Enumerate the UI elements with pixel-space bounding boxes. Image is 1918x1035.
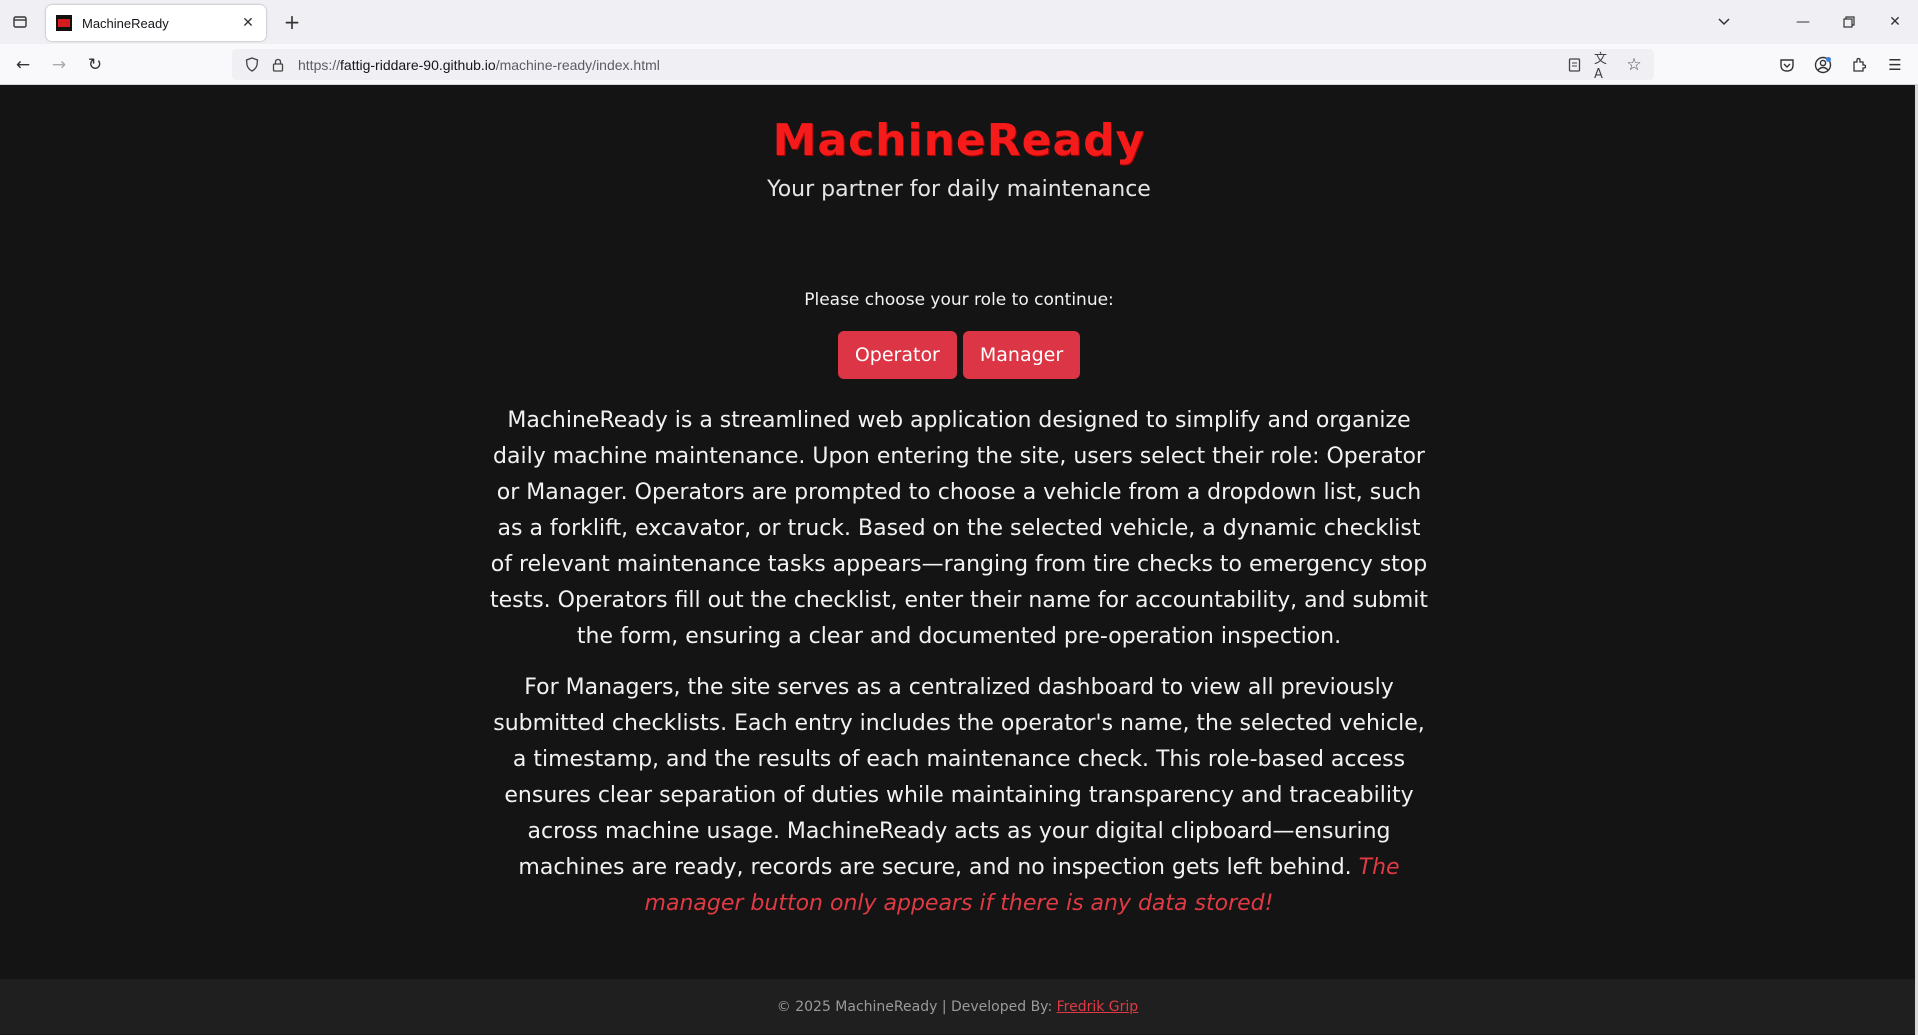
navigation-toolbar: ← → ↻ https://fattig-riddare-90.github.i…: [0, 44, 1918, 85]
browser-tab[interactable]: MachineReady ✕: [46, 5, 266, 41]
close-tab-icon[interactable]: ✕: [240, 15, 256, 31]
new-tab-icon[interactable]: +: [280, 10, 304, 34]
footer-text: © 2025 MachineReady | Developed By:: [776, 999, 1057, 1015]
tab-bar: MachineReady ✕ + — ✕: [0, 0, 1918, 44]
forward-icon[interactable]: →: [46, 52, 72, 78]
address-bar[interactable]: https://fattig-riddare-90.github.io/mach…: [232, 49, 1654, 82]
url-path: /machine-ready/index.html: [495, 56, 660, 73]
menu-icon[interactable]: ☰: [1882, 52, 1908, 78]
tagline: Your partner for daily maintenance: [767, 177, 1151, 202]
description-paragraph-2-text: For Managers, the site serves as a centr…: [493, 675, 1425, 880]
back-icon[interactable]: ←: [10, 52, 36, 78]
brand-title: MachineReady: [772, 115, 1146, 166]
reload-icon[interactable]: ↻: [82, 52, 108, 78]
author-link[interactable]: Fredrik Grip: [1057, 999, 1139, 1015]
restore-icon[interactable]: [1826, 0, 1872, 44]
page-content: MachineReady Your partner for daily main…: [0, 85, 1918, 1035]
tab-title: MachineReady: [82, 15, 169, 31]
manager-button[interactable]: Manager: [962, 331, 1081, 379]
extensions-icon[interactable]: [1846, 52, 1872, 78]
list-all-tabs-icon[interactable]: [1712, 10, 1736, 34]
shield-icon[interactable]: [242, 55, 262, 75]
pocket-icon[interactable]: [1774, 52, 1800, 78]
description-paragraph-1: MachineReady is a streamlined web applic…: [489, 408, 1429, 649]
url-host: fattig-riddare-90.github.io: [340, 56, 496, 73]
footer: © 2025 MachineReady | Developed By: Fred…: [0, 979, 1915, 1034]
site-favicon-icon: [56, 15, 72, 31]
close-window-icon[interactable]: ✕: [1872, 0, 1918, 44]
description-paragraph-2: For Managers, the site serves as a centr…: [488, 670, 1430, 922]
lock-icon[interactable]: [268, 55, 288, 75]
bookmark-star-icon[interactable]: ☆: [1624, 55, 1644, 75]
url-scheme: https://: [298, 56, 341, 73]
firefox-view-icon[interactable]: [8, 10, 32, 34]
url-text: https://fattig-riddare-90.github.io/mach…: [298, 57, 660, 73]
role-buttons: Operator Manager: [0, 331, 1918, 379]
operator-button[interactable]: Operator: [837, 331, 957, 379]
reader-view-icon[interactable]: [1564, 55, 1584, 75]
role-prompt: Please choose your role to continue:: [804, 290, 1114, 310]
minimize-icon[interactable]: —: [1780, 0, 1826, 44]
translate-icon[interactable]: 文A: [1594, 52, 1614, 82]
account-icon[interactable]: [1810, 52, 1836, 78]
